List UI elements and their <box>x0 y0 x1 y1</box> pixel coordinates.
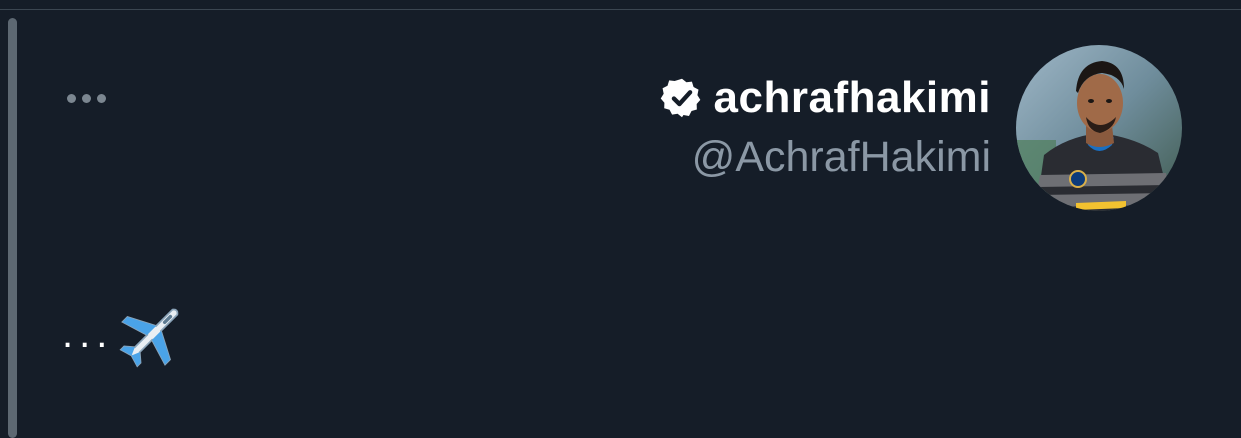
airplane-icon <box>119 308 179 368</box>
tweet-text: ... <box>62 312 114 356</box>
more-dot <box>96 93 106 103</box>
more-horizontal-icon <box>66 93 76 103</box>
top-divider <box>0 0 1241 10</box>
tweet-body: ... <box>62 284 189 368</box>
verified-badge-icon <box>660 78 700 118</box>
more-options-button[interactable] <box>62 84 110 112</box>
thread-connector-line <box>8 18 17 438</box>
profile-photo <box>1016 45 1182 211</box>
author-display-name[interactable]: achrafhakimi <box>714 70 991 126</box>
more-dot <box>81 93 91 103</box>
author-name-row: achrafhakimi <box>660 70 991 126</box>
author-handle[interactable]: @AchrafHakimi <box>660 130 991 184</box>
tweet-author: achrafhakimi @AchrafHakimi <box>660 70 991 184</box>
avatar[interactable] <box>1016 45 1182 211</box>
